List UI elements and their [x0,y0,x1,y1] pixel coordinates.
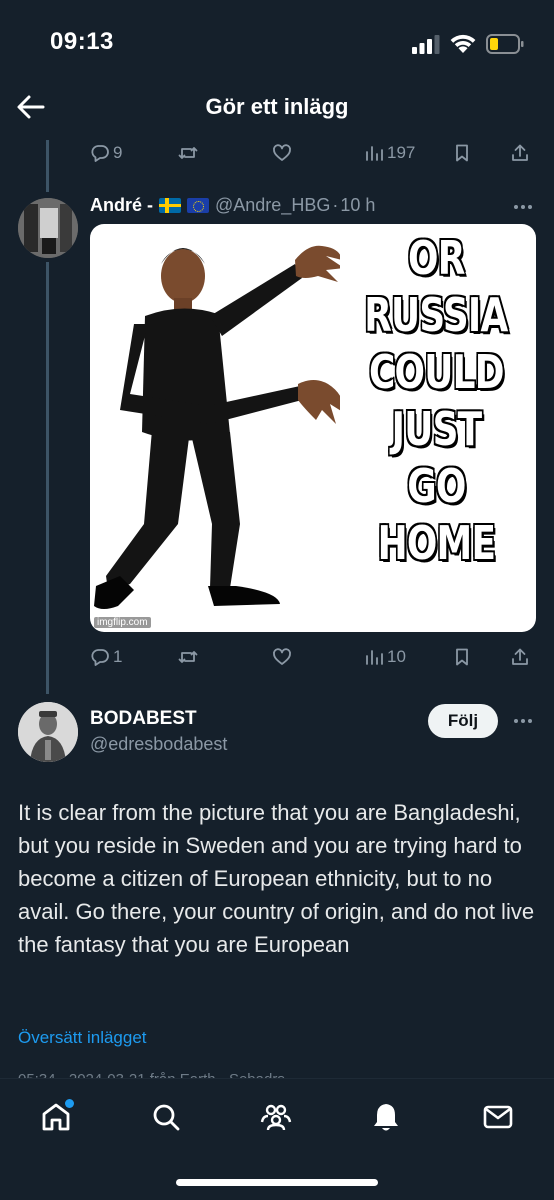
views-icon [366,146,383,161]
tab-communities[interactable] [254,1095,298,1139]
avatar[interactable] [18,702,78,762]
like-button[interactable] [272,642,292,672]
views-button[interactable]: 10 [364,642,406,672]
bookmark-icon [456,144,468,162]
heart-icon [273,144,291,161]
search-icon [153,1104,180,1131]
more-options-button[interactable] [508,711,538,731]
tab-home[interactable] [34,1095,78,1139]
meme-line: HOME [376,515,497,572]
more-options-button[interactable] [508,197,538,217]
views-count: 197 [387,143,416,162]
reply-count: 9 [113,143,123,162]
share-icon [512,648,528,665]
share-button[interactable] [510,138,530,168]
meme-line: JUST [390,401,483,458]
repost-icon [178,651,198,663]
reply-icon [91,145,109,162]
image-watermark: imgflip.com [94,617,151,628]
reply-count: 1 [113,647,123,666]
repost-button[interactable] [178,642,198,672]
reply-button[interactable]: 1 [90,642,122,672]
meme-line: RUSSIA [363,287,509,344]
main-tweet-name: BODABEST [90,708,197,730]
top-header: Gör ett inlägg [0,88,554,128]
notification-dot [65,1099,74,1108]
repost-icon [178,147,198,159]
avatar-photo [18,702,78,762]
tweet-thread-screen: 09:13 Gör ett inlägg 9 197 André - @Andr… [0,0,554,1200]
views-button[interactable]: 197 [364,138,415,168]
user-handle[interactable]: @edresbodabest [90,734,227,755]
meme-line: COULD [367,344,505,401]
reply-tweet-actions: 1 10 [90,642,530,672]
like-button[interactable] [272,138,292,168]
eu-flag-icon [187,198,209,213]
prev-tweet-actions: 9 197 [90,138,530,168]
reply-tweet-header: André - @Andre_HBG · 10 h [90,195,375,216]
meme-line: OR [407,230,467,287]
wifi-icon [450,34,476,53]
avatar[interactable] [18,198,78,258]
communities-icon [260,1104,292,1131]
tab-messages[interactable] [476,1095,520,1139]
home-indicator[interactable] [176,1179,378,1186]
separator-dot: · [332,195,339,215]
tweet-text: It is clear from the picture that you ar… [18,800,535,957]
status-time: 09:13 [50,28,114,55]
notifications-icon [374,1104,398,1131]
status-bar: 09:13 [0,0,554,88]
cellular-signal-icon [412,35,440,54]
display-name[interactable]: André - [90,195,153,216]
tab-notifications[interactable] [364,1095,408,1139]
bookmark-icon [456,648,468,666]
reply-button[interactable]: 9 [90,138,122,168]
reply-icon [91,649,109,666]
heart-icon [273,648,291,665]
main-tweet-handle: @edresbodabest [90,734,227,755]
battery-icon [486,34,524,54]
avatar-photo [18,198,78,258]
thread-connector-line [46,262,49,694]
bookmark-button[interactable] [452,138,472,168]
follow-button[interactable]: Följ [428,704,498,738]
page-title: Gör ett inlägg [205,94,349,119]
meme-line: GO [406,458,468,515]
meme-caption: OR RUSSIA COULD JUST GO HOME [336,230,536,572]
tweet-image[interactable]: OR RUSSIA COULD JUST GO HOME imgflip.com [90,224,536,632]
sweden-flag-icon [159,198,181,213]
meme-figure-illustration [94,245,340,609]
views-icon [366,650,383,665]
user-handle[interactable]: @Andre_HBG [215,195,330,216]
views-count: 10 [387,647,406,666]
tab-search[interactable] [144,1095,188,1139]
share-icon [512,144,528,161]
bookmark-button[interactable] [452,642,472,672]
share-button[interactable] [510,642,530,672]
translate-post-link[interactable]: Översätt inlägget [18,1028,147,1048]
messages-icon [483,1105,513,1129]
display-name[interactable]: BODABEST [90,708,197,730]
tweet-time: 10 h [340,195,376,215]
thread-connector-line [46,140,49,192]
repost-button[interactable] [178,138,198,168]
